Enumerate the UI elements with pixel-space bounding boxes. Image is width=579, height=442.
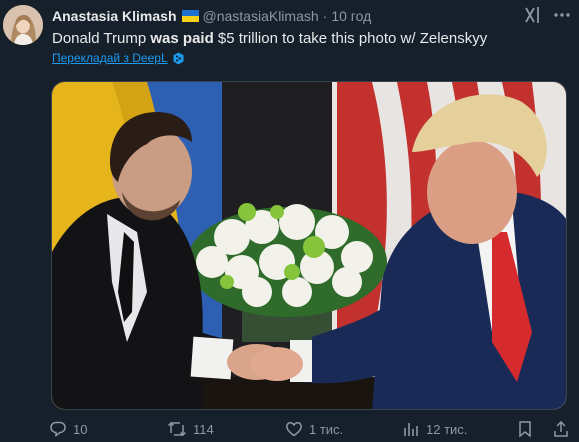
tweet-photo[interactable] — [51, 81, 567, 410]
reply-button[interactable]: 10 — [49, 420, 87, 438]
repost-button[interactable]: 114 — [167, 420, 214, 438]
translate-label[interactable]: Перекладай з DeepL — [52, 51, 168, 65]
tweet[interactable]: Anastasia Klimash @nastasiaKlimash · 10 … — [0, 0, 579, 442]
avatar[interactable] — [3, 5, 43, 45]
tweet-header: Anastasia Klimash @nastasiaKlimash · 10 … — [52, 7, 529, 25]
views-button[interactable]: 12 тис. — [402, 420, 467, 438]
action-bar: 10 114 1 тис. 12 тис. — [0, 418, 579, 442]
translate-link[interactable]: Перекладай з DeepL — [52, 51, 185, 65]
repost-count: 114 — [193, 421, 214, 437]
tweet-text: Donald Trump was paid $5 trillion to tak… — [52, 29, 487, 49]
share-button[interactable] — [552, 420, 576, 438]
handshake-photo-icon — [52, 82, 566, 409]
tweet-text-part: Donald Trump — [52, 30, 151, 47]
author-handle[interactable]: @nastasiaKlimash — [203, 8, 319, 24]
separator-dot: · — [322, 8, 328, 24]
bookmark-icon — [519, 421, 531, 438]
reply-icon — [50, 421, 66, 437]
like-button[interactable]: 1 тис. — [285, 420, 343, 438]
more-options-icon[interactable] — [551, 5, 573, 25]
timestamp[interactable]: 10 год — [331, 8, 371, 24]
ukraine-flag-icon — [181, 10, 199, 22]
bookmark-button[interactable] — [517, 420, 539, 438]
like-count: 1 тис. — [309, 421, 344, 437]
tweet-text-part: $5 trillion to take this photo w/ Zelens… — [213, 30, 488, 47]
repost-icon — [167, 421, 187, 437]
deepl-icon — [173, 52, 184, 64]
reply-count: 10 — [73, 421, 88, 437]
tweet-text-bold: was paid — [150, 30, 214, 47]
views-icon — [404, 423, 418, 436]
heart-icon — [286, 422, 302, 437]
share-icon — [554, 420, 568, 437]
author-name[interactable]: Anastasia Klimash — [52, 8, 177, 24]
views-count: 12 тис. — [426, 421, 468, 437]
grok-icon[interactable] — [522, 5, 544, 25]
